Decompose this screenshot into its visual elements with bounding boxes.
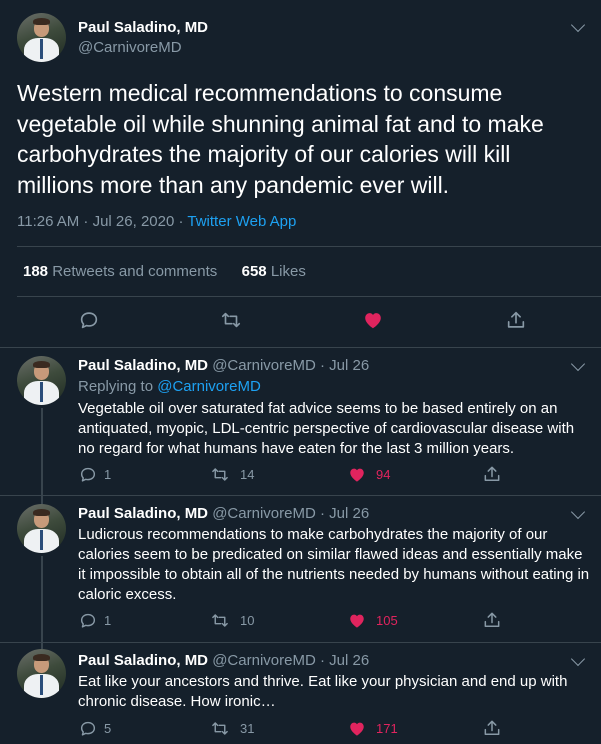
reply-header: Paul Saladino, MD @CarnivoreMD · Jul 26 [78, 357, 369, 374]
likes-label: Likes [270, 263, 306, 280]
tweet-meta: 11:26 AM · Jul 26, 2020 · Twitter Web Ap… [17, 213, 296, 230]
share-icon[interactable] [482, 464, 502, 484]
chevron-down-icon[interactable] [570, 504, 586, 520]
share-icon[interactable] [505, 309, 527, 331]
like-count: 94 [376, 467, 391, 482]
replying-to: Replying to @CarnivoreMD [78, 378, 261, 395]
like-count: 171 [376, 721, 398, 736]
tweet-stats: 188 Retweets and comments 658 Likes [23, 263, 306, 280]
comment-icon[interactable] [78, 309, 100, 331]
retweets-label: Retweets and comments [52, 263, 218, 280]
source-link[interactable]: Twitter Web App [187, 213, 296, 230]
retweet-count: 31 [240, 721, 255, 736]
reply-date[interactable]: · Jul 26 [320, 652, 369, 669]
thread-line [41, 556, 43, 642]
author-name[interactable]: Paul Saladino, MD [78, 505, 208, 522]
reply-header: Paul Saladino, MD @CarnivoreMD · Jul 26 [78, 505, 369, 522]
replying-prefix: Replying to [78, 378, 158, 395]
comment-icon[interactable] [78, 465, 98, 484]
reply-text: Vegetable oil over saturated fat advice … [78, 400, 575, 457]
author-handle[interactable]: @CarnivoreMD [212, 652, 316, 669]
reply-text: Ludicrous recommendations to make carboh… [78, 526, 590, 603]
reply-text: Eat like your ancestors and thrive. Eat … [78, 673, 568, 710]
avatar[interactable] [17, 13, 66, 62]
thread-line [41, 408, 43, 495]
heart-icon[interactable] [347, 465, 367, 484]
thread-line [41, 496, 43, 504]
reply-header: Paul Saladino, MD @CarnivoreMD · Jul 26 [78, 652, 369, 669]
retweets-count: 188 [23, 263, 49, 280]
replying-to-link[interactable]: @CarnivoreMD [157, 378, 261, 395]
reply-count: 1 [104, 467, 112, 482]
retweet-count: 14 [240, 467, 255, 482]
reply-count: 1 [104, 613, 112, 628]
timestamp[interactable]: 11:26 AM · Jul 26, 2020 · [17, 213, 187, 230]
avatar[interactable] [17, 649, 66, 698]
likes-count: 658 [241, 263, 267, 280]
chevron-down-icon[interactable] [570, 651, 586, 667]
heart-icon[interactable] [361, 309, 385, 331]
chevron-down-icon[interactable] [570, 356, 586, 372]
avatar[interactable] [17, 504, 66, 553]
author-name[interactable]: Paul Saladino, MD [78, 652, 208, 669]
author-handle[interactable]: @CarnivoreMD [78, 39, 182, 56]
retweet-icon[interactable] [210, 465, 230, 484]
retweet-icon[interactable] [210, 611, 230, 630]
divider [17, 246, 601, 247]
reply-date[interactable]: · Jul 26 [320, 357, 369, 374]
retweet-count: 10 [240, 613, 255, 628]
author-handle[interactable]: @CarnivoreMD [212, 505, 316, 522]
reply-count: 5 [104, 721, 112, 736]
author-name[interactable]: Paul Saladino, MD [78, 19, 208, 36]
share-icon[interactable] [482, 718, 502, 738]
author-handle[interactable]: @CarnivoreMD [212, 357, 316, 374]
likes-stat[interactable]: 658 Likes [242, 263, 306, 280]
share-icon[interactable] [482, 610, 502, 630]
retweet-icon[interactable] [210, 719, 230, 738]
like-count: 105 [376, 613, 398, 628]
reply-date[interactable]: · Jul 26 [320, 505, 369, 522]
comment-icon[interactable] [78, 611, 98, 630]
heart-icon[interactable] [347, 611, 367, 630]
retweets-stat[interactable]: 188 Retweets and comments [23, 263, 217, 280]
reply-tweet[interactable]: Paul Saladino, MD @CarnivoreMD · Jul 26 … [0, 348, 601, 496]
reply-tweet[interactable]: Paul Saladino, MD @CarnivoreMD · Jul 26 … [0, 496, 601, 643]
tweet-text: Western medical recommendations to consu… [17, 80, 544, 198]
main-tweet: Paul Saladino, MD @CarnivoreMD Western m… [0, 0, 601, 348]
heart-icon[interactable] [347, 719, 367, 738]
reply-tweet[interactable]: Paul Saladino, MD @CarnivoreMD · Jul 26 … [0, 643, 601, 744]
avatar[interactable] [17, 356, 66, 405]
retweet-icon[interactable] [219, 309, 243, 331]
chevron-down-icon[interactable] [570, 17, 586, 33]
divider [17, 296, 601, 297]
author-name[interactable]: Paul Saladino, MD [78, 357, 208, 374]
comment-icon[interactable] [78, 719, 98, 738]
